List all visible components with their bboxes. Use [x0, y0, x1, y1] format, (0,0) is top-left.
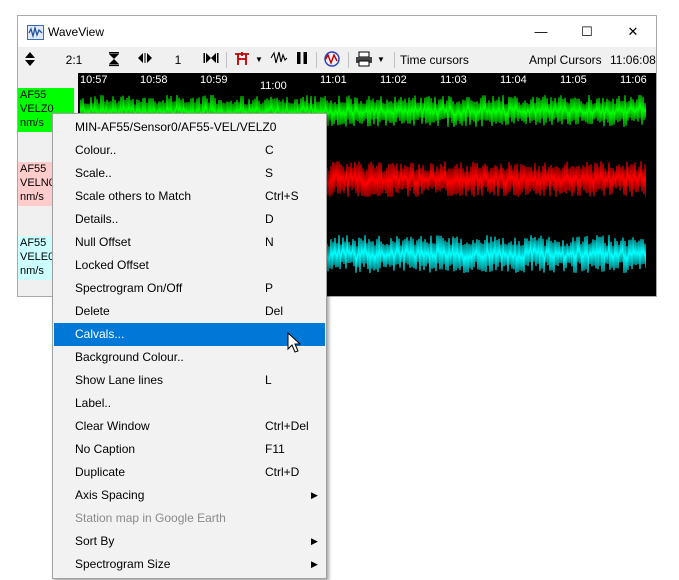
- horizontal-expand-icon[interactable]: [136, 51, 154, 69]
- menu-item[interactable]: Calvals...: [54, 323, 325, 346]
- toolbar: 2:1 1 ▼ ▼ Time cursors Ampl Cursors 11:0…: [18, 48, 656, 72]
- menu-item[interactable]: No Caption F11: [54, 438, 325, 461]
- time-scale-label[interactable]: 1: [170, 51, 186, 69]
- menu-item[interactable]: Delete Del: [54, 300, 325, 323]
- time-tick-label: 11:06: [620, 74, 647, 86]
- menu-item-label: Colour..: [75, 143, 117, 157]
- context-menu: MIN-AF55/Sensor0/AF55-VEL/VELZ0 Colour..…: [52, 113, 327, 579]
- minimize-button[interactable]: —: [518, 16, 564, 47]
- toolbar-separator: [316, 52, 317, 68]
- menu-item-label: Null Offset: [75, 235, 131, 249]
- app-icon: [27, 25, 44, 40]
- menu-item[interactable]: Sort By ▶: [54, 530, 325, 553]
- menu-item-shortcut: Del: [265, 304, 284, 318]
- toolbar-separator: [226, 52, 227, 68]
- menu-item-shortcut: Ctrl+Del: [265, 419, 309, 433]
- menu-item: Station map in Google Earth: [54, 507, 325, 530]
- menu-item-label: Spectrogram Size: [75, 557, 171, 571]
- menu-item-shortcut: P: [265, 281, 274, 295]
- menu-item-shortcut: F11: [265, 442, 285, 456]
- menu-item-label: No Caption: [75, 442, 136, 456]
- menu-item-label: Show Lane lines: [75, 373, 164, 387]
- print-dropdown-icon[interactable]: ▼: [376, 51, 386, 69]
- menu-item[interactable]: Spectrogram Size ▶: [54, 553, 325, 576]
- menu-item-shortcut: C: [265, 143, 274, 157]
- menu-item[interactable]: Details.. D: [54, 208, 325, 231]
- vertical-scroll-icon[interactable]: [22, 51, 38, 69]
- spectrum-icon[interactable]: [322, 51, 342, 69]
- menu-item-label: Background Colour..: [75, 350, 184, 364]
- window-title: WaveView: [48, 25, 105, 39]
- menu-header: MIN-AF55/Sensor0/AF55-VEL/VELZ0: [54, 116, 325, 139]
- submenu-arrow-icon: ▶: [311, 490, 318, 500]
- mouse-cursor-icon: [287, 332, 301, 353]
- time-tick-label: 11:02: [380, 74, 407, 86]
- menu-item-label: Details..: [75, 212, 119, 226]
- menu-item-label: Scale others to Match: [75, 189, 192, 203]
- time-tick-label: 11:05: [560, 74, 587, 86]
- menu-item-label: Scale..: [75, 166, 112, 180]
- menu-item-label: Calvals...: [75, 327, 125, 341]
- time-tick-label: 10:58: [140, 74, 168, 86]
- menu-item[interactable]: Axis Spacing ▶: [54, 484, 325, 507]
- menu-item-label: Duplicate: [75, 465, 126, 479]
- submenu-arrow-icon: ▶: [311, 559, 318, 569]
- pause-icon[interactable]: [294, 51, 310, 69]
- title-bar[interactable]: WaveView — ☐ ✕: [18, 16, 656, 47]
- menu-item-shortcut: L: [265, 373, 272, 387]
- menu-item-label: Axis Spacing: [75, 488, 145, 502]
- menu-item-shortcut: S: [265, 166, 274, 180]
- menu-item[interactable]: Spectrogram On/Off P: [54, 277, 325, 300]
- ampl-cursors-button[interactable]: Ampl Cursors: [529, 51, 602, 69]
- maximize-button[interactable]: ☐: [564, 16, 610, 47]
- menu-item-shortcut: Ctrl+S: [265, 189, 299, 203]
- menu-item-label: Locked Offset: [75, 258, 149, 272]
- time-tick-label: 11:03: [440, 74, 467, 86]
- menu-item[interactable]: Label..: [54, 392, 325, 415]
- time-cursors-button[interactable]: Time cursors: [400, 51, 469, 69]
- filter-dropdown-icon[interactable]: ▼: [254, 51, 264, 69]
- filter-icon[interactable]: [232, 51, 252, 69]
- menu-item-label: Label..: [75, 396, 112, 410]
- menu-item-label: Sort By: [75, 534, 115, 548]
- time-tick-label: 10:57: [80, 74, 108, 86]
- menu-item-label: Station map in Google Earth: [75, 511, 226, 525]
- waveform-icon[interactable]: [270, 51, 288, 69]
- time-tick-label: 11:00: [260, 80, 287, 92]
- menu-item-label: Clear Window: [75, 419, 150, 433]
- menu-item[interactable]: Null Offset N: [54, 231, 325, 254]
- menu-item[interactable]: Colour.. C: [54, 139, 325, 162]
- time-tick-label: 11:01: [320, 74, 347, 86]
- horizontal-compress-icon[interactable]: [202, 51, 220, 69]
- menu-item-label: Delete: [75, 304, 110, 318]
- time-tick-label: 11:04: [500, 74, 527, 86]
- menu-header-label: MIN-AF55/Sensor0/AF55-VEL/VELZ0: [75, 120, 277, 134]
- menu-item[interactable]: Locked Offset: [54, 254, 325, 277]
- toolbar-separator: [348, 52, 349, 68]
- close-button[interactable]: ✕: [610, 16, 656, 47]
- channel-station: AF55: [20, 89, 47, 101]
- vertical-zoom-icon[interactable]: [106, 51, 122, 69]
- menu-item[interactable]: Duplicate Ctrl+D: [54, 461, 325, 484]
- menu-item[interactable]: Background Colour..: [54, 346, 325, 369]
- menu-item[interactable]: Scale others to Match Ctrl+S: [54, 185, 325, 208]
- zoom-ratio-label[interactable]: 2:1: [62, 51, 86, 69]
- printer-icon[interactable]: [354, 51, 374, 69]
- submenu-arrow-icon: ▶: [311, 536, 318, 546]
- time-tick-label: 10:59: [200, 74, 228, 86]
- menu-item[interactable]: Scale.. S: [54, 162, 325, 185]
- menu-item[interactable]: Clear Window Ctrl+Del: [54, 415, 325, 438]
- menu-item-shortcut: D: [265, 212, 274, 226]
- menu-item-label: Spectrogram On/Off: [75, 281, 183, 295]
- clock-readout: 11:06:08: [610, 53, 656, 67]
- toolbar-separator: [394, 52, 395, 68]
- menu-item-shortcut: N: [265, 235, 274, 249]
- menu-item[interactable]: Show Lane lines L: [54, 369, 325, 392]
- menu-item-shortcut: Ctrl+D: [265, 465, 300, 479]
